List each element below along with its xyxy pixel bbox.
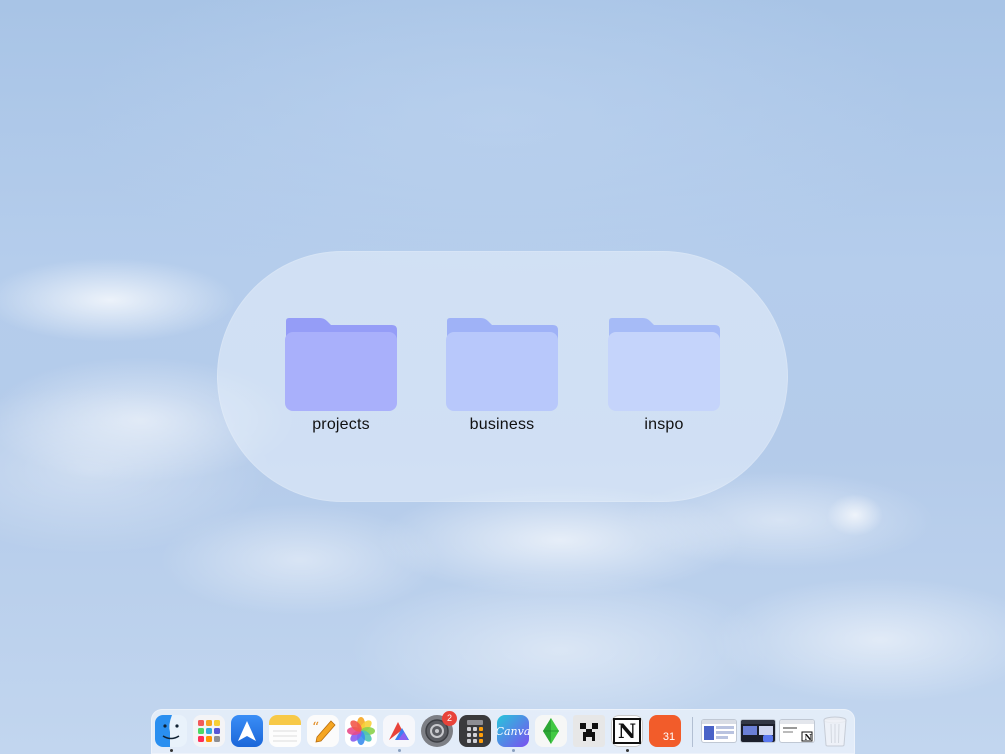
folder-projects[interactable]: projects <box>276 317 406 434</box>
svg-text:“: “ <box>312 720 319 736</box>
folder-label: business <box>469 416 535 433</box>
desktop-wallpaper: projects business inspo “ 2 Canva N 31 N <box>0 0 1005 754</box>
canva-wordmark: Canva <box>497 724 529 738</box>
running-indicator <box>398 749 401 752</box>
calendar-date: 31 <box>662 731 676 743</box>
notes-icon[interactable] <box>269 715 301 747</box>
spark-mail-icon[interactable] <box>231 715 263 747</box>
creeper-icon[interactable] <box>573 715 605 747</box>
running-indicator <box>626 749 629 752</box>
finder-icon[interactable] <box>155 715 187 747</box>
folder-label: projects <box>312 416 370 433</box>
svg-text:N: N <box>805 732 812 742</box>
trash-icon[interactable] <box>819 715 851 747</box>
folder-inspo[interactable]: inspo <box>599 317 729 434</box>
canva-icon[interactable]: Canva <box>497 715 529 747</box>
window-thumbnail-icon[interactable]: N <box>780 720 814 742</box>
plumbob-icon[interactable] <box>535 715 567 747</box>
notion-icon[interactable]: N <box>611 715 643 747</box>
folder-label: inspo <box>644 416 684 433</box>
affinity-icon[interactable] <box>383 715 415 747</box>
window-thumbnail-icon[interactable] <box>741 720 775 742</box>
pages-icon[interactable]: “ <box>307 715 339 747</box>
running-indicator <box>170 749 173 752</box>
calculator-icon[interactable] <box>459 715 491 747</box>
launchpad-icon[interactable] <box>193 715 225 747</box>
folder-icon <box>285 318 397 411</box>
folder-icon <box>446 318 558 411</box>
calendar-icon[interactable]: 31 <box>649 715 681 747</box>
running-indicator <box>512 749 515 752</box>
folder-icon <box>608 318 720 411</box>
folder-business[interactable]: business <box>437 317 567 434</box>
photos-icon[interactable] <box>345 715 377 747</box>
dock: “ 2 Canva N 31 N <box>151 709 855 754</box>
notification-badge: 2 <box>442 711 457 726</box>
window-thumbnail-icon[interactable] <box>702 720 736 742</box>
notion-glyph: N <box>612 718 642 744</box>
dock-separator <box>692 717 693 747</box>
